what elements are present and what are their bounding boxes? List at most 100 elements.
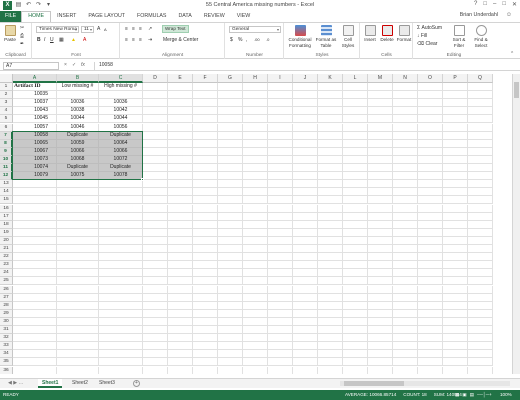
cell-o29[interactable] bbox=[418, 309, 443, 318]
row-header-22[interactable]: 22 bbox=[0, 253, 13, 262]
cell-c21[interactable] bbox=[99, 245, 143, 254]
cell-f20[interactable] bbox=[193, 236, 218, 245]
cell-p20[interactable] bbox=[443, 236, 468, 245]
column-header-l[interactable]: L bbox=[343, 74, 368, 83]
cell-k33[interactable] bbox=[318, 342, 343, 351]
column-header-k[interactable]: K bbox=[318, 74, 343, 83]
cell-b11[interactable]: Duplicate bbox=[57, 164, 99, 173]
cell-n24[interactable] bbox=[393, 269, 418, 278]
cell-b4[interactable]: 10038 bbox=[57, 107, 99, 116]
cell-l7[interactable] bbox=[343, 131, 368, 140]
cell-i32[interactable] bbox=[268, 334, 293, 343]
cell-c19[interactable] bbox=[99, 228, 143, 237]
cell-o24[interactable] bbox=[418, 269, 443, 278]
cell-g18[interactable] bbox=[218, 220, 243, 229]
cell-f22[interactable] bbox=[193, 253, 218, 262]
cell-e9[interactable] bbox=[168, 147, 193, 156]
cell-m5[interactable] bbox=[368, 115, 393, 124]
cell-e21[interactable] bbox=[168, 245, 193, 254]
cell-m12[interactable] bbox=[368, 172, 393, 181]
cell-q6[interactable] bbox=[468, 123, 493, 132]
cell-m21[interactable] bbox=[368, 245, 393, 254]
cell-f1[interactable] bbox=[193, 83, 218, 92]
cell-l25[interactable] bbox=[343, 277, 368, 286]
cell-e23[interactable] bbox=[168, 261, 193, 270]
cell-q36[interactable] bbox=[468, 366, 493, 374]
cell-f23[interactable] bbox=[193, 261, 218, 270]
cell-k27[interactable] bbox=[318, 293, 343, 302]
cell-a4[interactable]: 10043 bbox=[13, 107, 57, 116]
cell-p3[interactable] bbox=[443, 99, 468, 108]
cell-n11[interactable] bbox=[393, 164, 418, 173]
cell-o22[interactable] bbox=[418, 253, 443, 262]
row-header-1[interactable]: 1 bbox=[0, 83, 13, 92]
cell-h33[interactable] bbox=[243, 342, 268, 351]
cell-o27[interactable] bbox=[418, 293, 443, 302]
cell-q27[interactable] bbox=[468, 293, 493, 302]
cell-h20[interactable] bbox=[243, 236, 268, 245]
cell-i22[interactable] bbox=[268, 253, 293, 262]
cell-p2[interactable] bbox=[443, 91, 468, 100]
cell-j35[interactable] bbox=[293, 358, 318, 367]
column-header-h[interactable]: H bbox=[243, 74, 268, 83]
cell-i20[interactable] bbox=[268, 236, 293, 245]
cell-h10[interactable] bbox=[243, 155, 268, 164]
column-header-q[interactable]: Q bbox=[468, 74, 493, 83]
italic-button[interactable]: I bbox=[44, 37, 45, 43]
sheet-tab-sheet1[interactable]: Sheet1 bbox=[38, 379, 63, 388]
borders-icon[interactable]: ▦ bbox=[59, 37, 64, 43]
cell-n34[interactable] bbox=[393, 350, 418, 359]
cell-l6[interactable] bbox=[343, 123, 368, 132]
cell-n28[interactable] bbox=[393, 301, 418, 310]
cell-b5[interactable]: 10044 bbox=[57, 115, 99, 124]
cell-e2[interactable] bbox=[168, 91, 193, 100]
format-painter-icon[interactable]: ✒ bbox=[20, 41, 24, 47]
cell-n13[interactable] bbox=[393, 180, 418, 189]
cell-m6[interactable] bbox=[368, 123, 393, 132]
cell-h32[interactable] bbox=[243, 334, 268, 343]
cell-e12[interactable] bbox=[168, 172, 193, 181]
cell-p22[interactable] bbox=[443, 253, 468, 262]
cell-h27[interactable] bbox=[243, 293, 268, 302]
cell-c13[interactable] bbox=[99, 180, 143, 189]
cell-h36[interactable] bbox=[243, 366, 268, 374]
cell-a24[interactable] bbox=[13, 269, 57, 278]
cell-p4[interactable] bbox=[443, 107, 468, 116]
cell-n8[interactable] bbox=[393, 139, 418, 148]
cell-f21[interactable] bbox=[193, 245, 218, 254]
cell-i7[interactable] bbox=[268, 131, 293, 140]
cell-c29[interactable] bbox=[99, 309, 143, 318]
clear-button[interactable]: ⌫ Clear bbox=[417, 41, 437, 47]
cell-k9[interactable] bbox=[318, 147, 343, 156]
cell-p7[interactable] bbox=[443, 131, 468, 140]
cell-e31[interactable] bbox=[168, 326, 193, 335]
cell-k8[interactable] bbox=[318, 139, 343, 148]
column-header-b[interactable]: B bbox=[57, 74, 99, 83]
cell-f26[interactable] bbox=[193, 285, 218, 294]
close-icon[interactable]: ✕ bbox=[512, 1, 517, 8]
cell-q33[interactable] bbox=[468, 342, 493, 351]
cell-k25[interactable] bbox=[318, 277, 343, 286]
cell-c15[interactable] bbox=[99, 196, 143, 205]
cell-p16[interactable] bbox=[443, 204, 468, 213]
cell-h29[interactable] bbox=[243, 309, 268, 318]
row-header-36[interactable]: 36 bbox=[0, 366, 13, 374]
cell-b31[interactable] bbox=[57, 326, 99, 335]
cell-i19[interactable] bbox=[268, 228, 293, 237]
cell-q24[interactable] bbox=[468, 269, 493, 278]
cell-g14[interactable] bbox=[218, 188, 243, 197]
cell-e10[interactable] bbox=[168, 155, 193, 164]
cell-l3[interactable] bbox=[343, 99, 368, 108]
cell-b28[interactable] bbox=[57, 301, 99, 310]
cell-i25[interactable] bbox=[268, 277, 293, 286]
cell-p13[interactable] bbox=[443, 180, 468, 189]
cell-j17[interactable] bbox=[293, 212, 318, 221]
cell-f15[interactable] bbox=[193, 196, 218, 205]
row-header-9[interactable]: 9 bbox=[0, 147, 13, 156]
cell-e25[interactable] bbox=[168, 277, 193, 286]
cell-m24[interactable] bbox=[368, 269, 393, 278]
cell-b1[interactable]: Low missing # bbox=[57, 83, 99, 92]
paste-button[interactable]: Paste bbox=[3, 25, 17, 43]
cell-i10[interactable] bbox=[268, 155, 293, 164]
cell-o13[interactable] bbox=[418, 180, 443, 189]
